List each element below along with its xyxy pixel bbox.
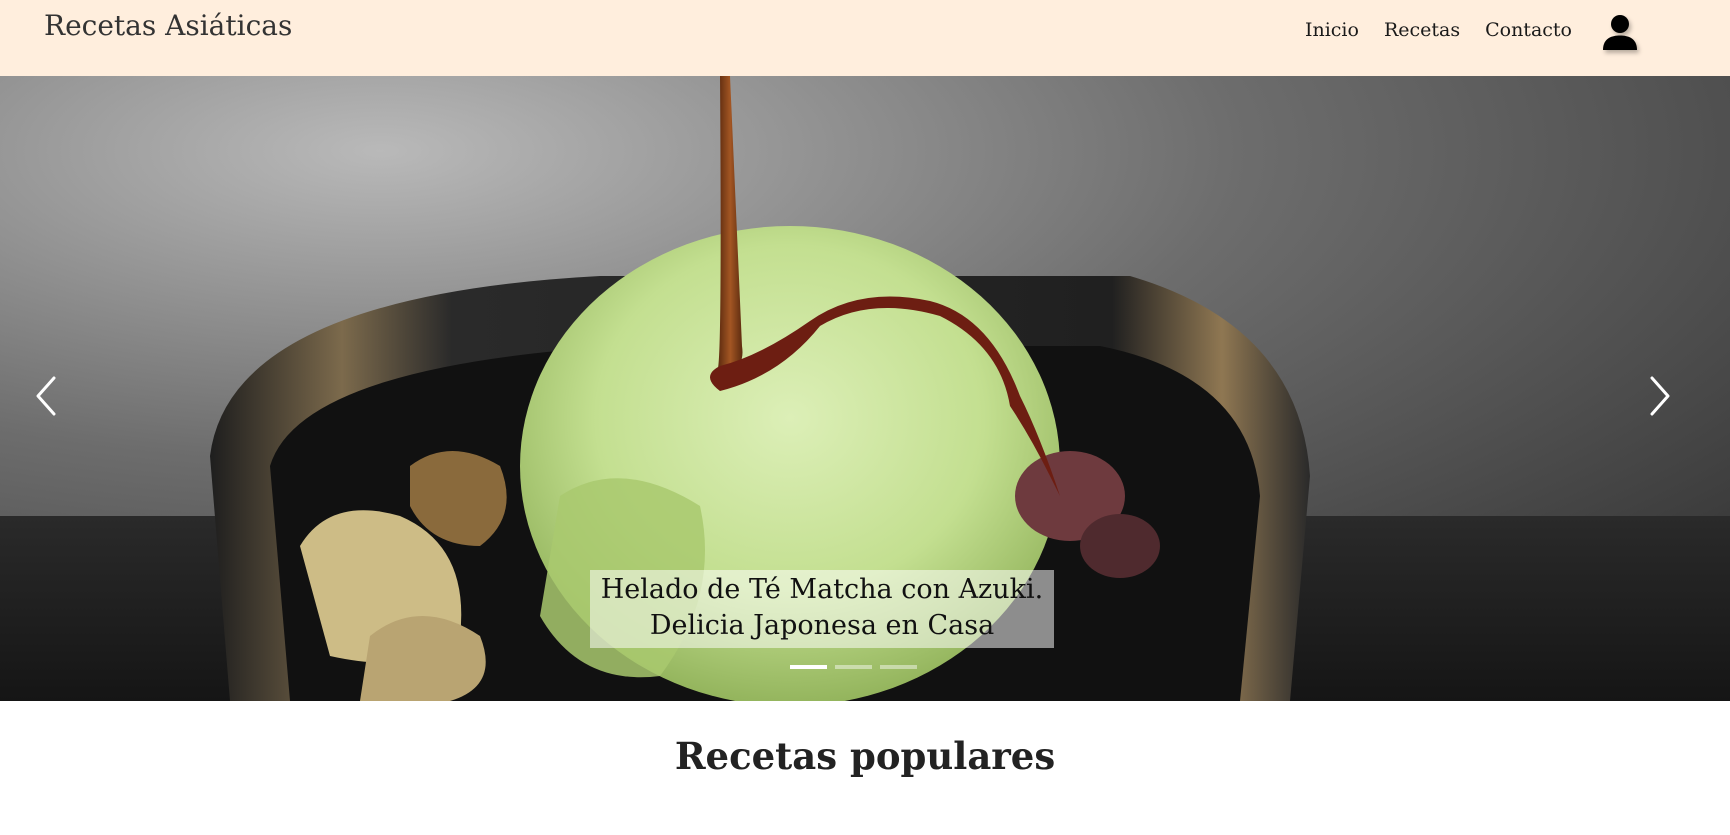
navbar: Recetas Asiáticas Inicio Recetas Contact… <box>0 0 1730 76</box>
user-button[interactable] <box>1598 12 1642 52</box>
user-icon <box>1603 15 1637 50</box>
chevron-left-icon <box>36 376 56 416</box>
slide-caption-line-2: Delicia Japonesa en Casa <box>649 610 995 641</box>
hero-carousel: Helado de Té Matcha con Azuki. Delicia J… <box>0 76 1730 701</box>
nav-links: Inicio Recetas Contacto <box>1305 19 1572 41</box>
brand-link[interactable]: Recetas Asiáticas <box>44 9 292 42</box>
chevron-right-icon <box>1650 376 1670 416</box>
nav-link-recetas[interactable]: Recetas <box>1384 19 1460 41</box>
nav-link-contacto[interactable]: Contacto <box>1485 19 1572 41</box>
slide-caption-line-1: Helado de Té Matcha con Azuki. <box>600 574 1044 605</box>
nav-link-inicio[interactable]: Inicio <box>1305 19 1359 41</box>
carousel-indicator-3[interactable] <box>880 665 917 669</box>
section-title: Recetas populares <box>674 734 1056 778</box>
carousel-indicator-2[interactable] <box>835 665 872 669</box>
carousel-next-button[interactable] <box>1632 366 1688 426</box>
carousel-prev-button[interactable] <box>18 366 74 426</box>
carousel-indicators <box>790 665 917 669</box>
carousel-indicator-1[interactable] <box>790 665 827 669</box>
slide-caption: Helado de Té Matcha con Azuki. Delicia J… <box>590 570 1054 648</box>
